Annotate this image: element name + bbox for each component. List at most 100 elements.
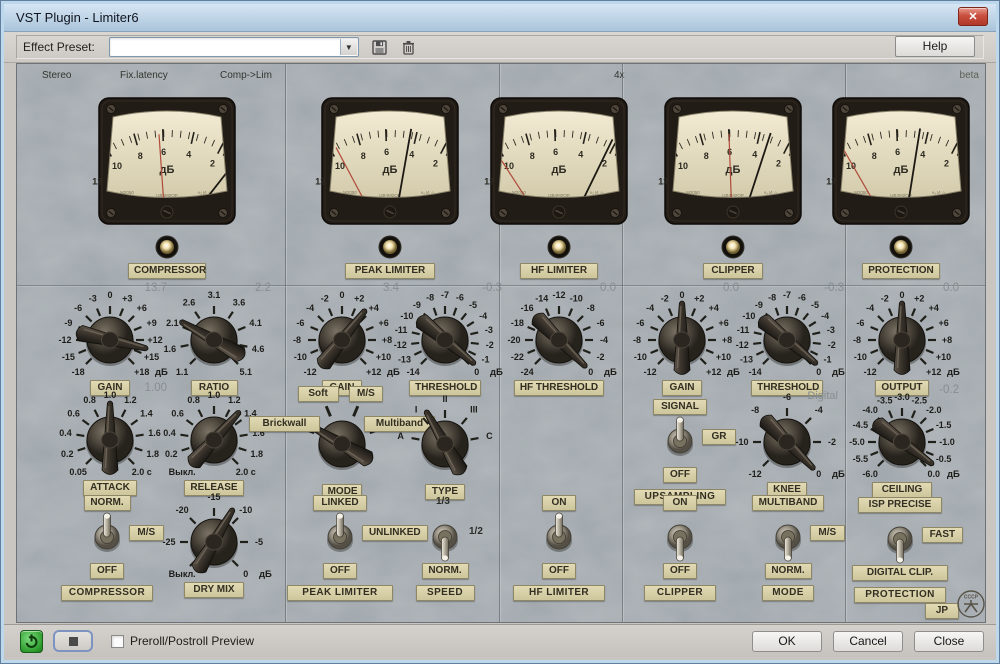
svg-text:A: A — [397, 431, 404, 441]
svg-text:-20: -20 — [507, 335, 520, 345]
svg-text:-10: -10 — [570, 293, 583, 303]
svg-text:ЦВ4М2ОР: ЦВ4М2ОР — [156, 193, 178, 198]
title-bar[interactable]: VST Plugin - Limiter6 ✕ — [4, 4, 996, 32]
svg-text:12: 12 — [826, 177, 836, 187]
svg-text:-6: -6 — [597, 318, 605, 328]
svg-text:дБ: дБ — [726, 164, 741, 176]
svg-text:12: 12 — [658, 177, 668, 187]
hf-switch-section-label: HF LIMITER — [513, 585, 605, 601]
svg-text:-10: -10 — [735, 437, 748, 447]
svg-text:-12: -12 — [749, 469, 762, 479]
svg-text:0.4: 0.4 — [59, 428, 72, 438]
svg-text:1.0: 1.0 — [208, 390, 221, 400]
cl-switch[interactable] — [660, 511, 700, 563]
svg-text:-20: -20 — [176, 505, 189, 515]
prot-switch-right-label: FAST — [922, 527, 963, 543]
pl-mode-option-soft: Soft — [297, 386, 339, 403]
svg-text:II: II — [442, 394, 447, 404]
speed-switch-section-label: SPEED — [415, 585, 475, 601]
svg-text:-12: -12 — [394, 340, 407, 350]
help-button[interactable]: Help — [895, 36, 975, 57]
svg-text:1.6: 1.6 — [164, 344, 177, 354]
cancel-button[interactable]: Cancel — [833, 630, 903, 652]
ups-switch[interactable] — [660, 415, 700, 467]
svg-text:10: 10 — [678, 161, 688, 171]
window-close-icon[interactable]: ✕ — [958, 7, 988, 26]
stop-button[interactable] — [53, 630, 93, 652]
power-button[interactable] — [20, 629, 43, 653]
svg-text:+6: +6 — [938, 318, 948, 328]
svg-text:0.05: 0.05 — [69, 467, 87, 477]
header-mode-fix-latency[interactable]: Fix.latency — [120, 70, 168, 81]
svg-text:4: 4 — [186, 149, 191, 159]
svg-text:ЦВ4М2ОР: ЦВ4М2ОР — [548, 193, 570, 198]
delete-preset-icon[interactable] — [400, 39, 417, 56]
svg-text:к₂ И ☆: к₂ И ☆ — [590, 190, 604, 195]
effect-preset-select[interactable]: ▼ — [108, 37, 359, 57]
svg-text:к₂ И ☆: к₂ И ☆ — [932, 190, 946, 195]
svg-text:+4: +4 — [929, 303, 939, 313]
clmode-switch-top-label: MULTIBAND — [752, 495, 824, 511]
svg-text:-0.5: -0.5 — [936, 454, 952, 464]
svg-text:-9: -9 — [64, 318, 72, 328]
svg-text:0.6: 0.6 — [67, 409, 80, 419]
svg-text:-13: -13 — [740, 355, 753, 365]
svg-text:1.2: 1.2 — [228, 395, 241, 405]
prot-switch-section-label: PROTECTION — [854, 587, 946, 603]
hf-switch[interactable] — [539, 511, 579, 563]
compressor-meter: 12108 6 42дБM2050ЦВ4М2ОРк₂ И ☆ — [92, 97, 236, 225]
svg-text:-10: -10 — [294, 352, 307, 362]
ussr-quality-mark-icon: СССР — [957, 590, 985, 618]
prot-switch[interactable] — [880, 513, 920, 565]
out-ceiling-label: CEILING — [872, 482, 932, 498]
svg-text:-5.0: -5.0 — [849, 437, 865, 447]
ups-switch-bottom-label: OFF — [662, 467, 698, 483]
svg-text:6: 6 — [895, 147, 900, 157]
svg-text:ЦВ4М2ОР: ЦВ4М2ОР — [722, 193, 744, 198]
svg-text:-9: -9 — [755, 300, 763, 310]
svg-text:-8: -8 — [751, 405, 759, 415]
svg-text:-5.5: -5.5 — [853, 454, 869, 464]
svg-text:-5: -5 — [469, 300, 477, 310]
svg-text:6: 6 — [161, 147, 166, 157]
svg-text:-10: -10 — [854, 352, 867, 362]
toolbar-panel: Effect Preset: ▼ Help — [16, 35, 984, 59]
svg-text:-4.0: -4.0 — [862, 405, 878, 415]
speed-switch-top-label: 1/3 — [436, 496, 450, 507]
close-button[interactable]: Close — [914, 630, 984, 652]
svg-text:8: 8 — [361, 151, 366, 161]
save-preset-icon[interactable] — [371, 39, 388, 56]
svg-text:-1.0: -1.0 — [939, 437, 955, 447]
svg-text:-15: -15 — [62, 352, 75, 362]
svg-text:+2: +2 — [694, 293, 704, 303]
comp-switch[interactable] — [87, 511, 127, 563]
svg-text:12: 12 — [92, 177, 102, 187]
svg-text:-2.0: -2.0 — [926, 405, 942, 415]
ok-button[interactable]: OK — [752, 630, 822, 652]
svg-text:-6: -6 — [456, 293, 464, 303]
svg-text:-6: -6 — [798, 293, 806, 303]
protection-meter-lamp — [889, 235, 913, 259]
header-mode-stereo[interactable]: Stereo — [42, 70, 71, 81]
header-mode-comp-lim[interactable]: Comp->Lim — [220, 70, 272, 81]
svg-text:4: 4 — [578, 149, 583, 159]
svg-text:0: 0 — [588, 367, 593, 377]
svg-text:-4: -4 — [306, 303, 314, 313]
svg-text:дБ: дБ — [894, 164, 909, 176]
clmode-switch-right-label: M/S — [810, 525, 845, 541]
svg-text:+3: +3 — [122, 293, 132, 303]
svg-text:-8: -8 — [853, 335, 861, 345]
svg-text:дБ: дБ — [552, 164, 567, 176]
svg-text:M2050: M2050 — [120, 190, 134, 195]
svg-text:-4: -4 — [815, 405, 823, 415]
preroll-postroll-checkbox[interactable] — [111, 634, 124, 648]
svg-text:0.0: 0.0 — [928, 469, 941, 479]
pl-switch-top-label: LINKED — [313, 495, 367, 511]
clmode-switch[interactable] — [768, 511, 808, 563]
comp-switch-section-label: COMPRESSOR — [61, 585, 153, 601]
chevron-down-icon[interactable]: ▼ — [339, 39, 357, 55]
svg-text:12: 12 — [315, 177, 325, 187]
pl-switch[interactable] — [320, 511, 360, 563]
speed-switch[interactable] — [425, 511, 465, 563]
svg-text:M2050: M2050 — [512, 190, 526, 195]
